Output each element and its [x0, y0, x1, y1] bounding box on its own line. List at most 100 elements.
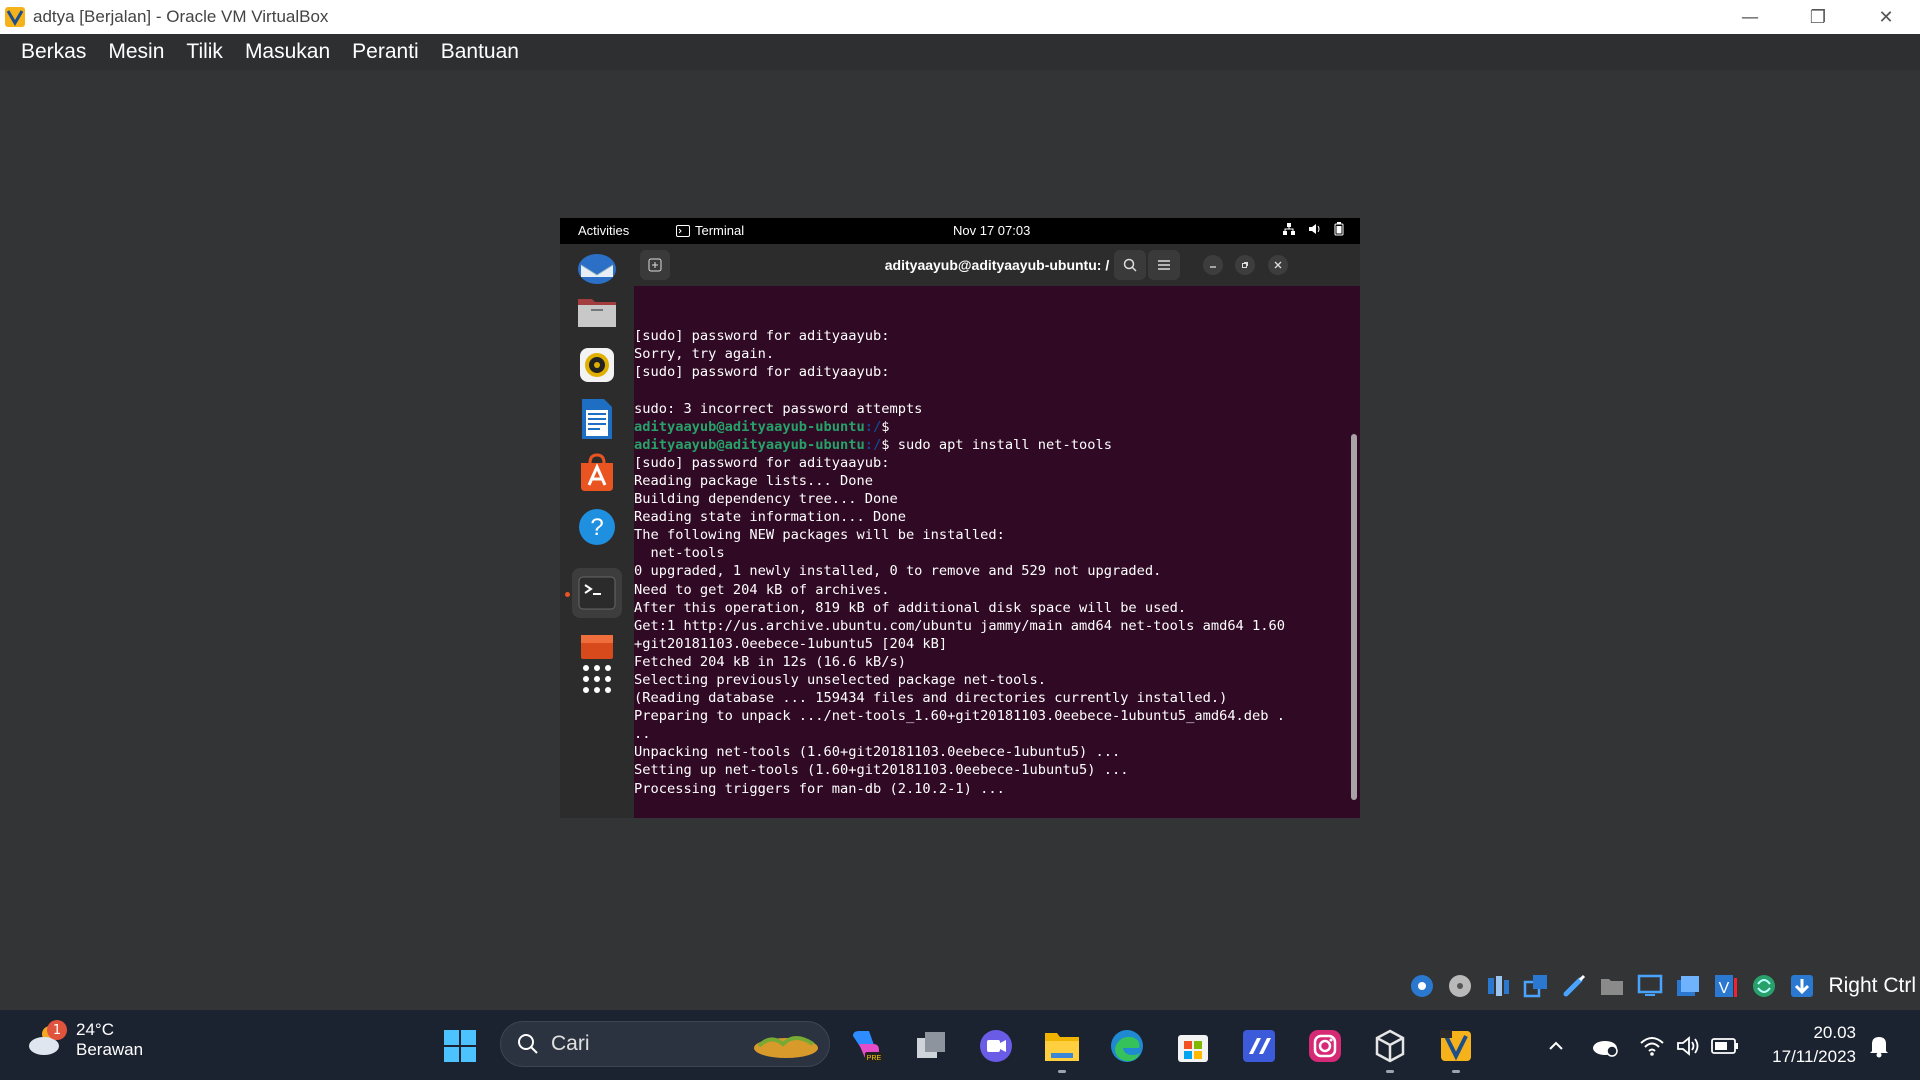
chevron-up-icon: [1549, 1041, 1563, 1050]
clock-time: 20.03: [1813, 1023, 1856, 1042]
dock-terminal[interactable]: [572, 568, 622, 618]
terminal-line: Fetched 204 kB in 12s (16.6 kB/s): [634, 653, 906, 670]
host-key-label[interactable]: Right Ctrl: [1828, 974, 1916, 998]
prompt-path: :/: [864, 436, 882, 453]
terminal-line: [sudo] password for adityaayub:: [634, 364, 890, 381]
terminal-menu-button[interactable]: [1148, 250, 1180, 280]
terminal-scrollbar[interactable]: [1351, 434, 1357, 800]
taskbar-virtualbox-manager[interactable]: [1371, 1027, 1409, 1065]
show-apps-grid-icon: [583, 665, 611, 693]
window-title: adtya [Berjalan] - Oracle VM VirtualBox: [33, 7, 329, 26]
task-view-icon: [917, 1032, 945, 1058]
mouse-integration-icon[interactable]: [1748, 970, 1780, 1002]
terminal-output[interactable]: [sudo] password for adityaayub: Sorry, tr…: [634, 286, 1360, 818]
edge-browser-icon: [1111, 1030, 1143, 1062]
menu-berkas[interactable]: Berkas: [10, 40, 97, 64]
terminal-line: Get:1 http://us.archive.ubuntu.com/ubunt…: [634, 617, 1286, 634]
notifications-button[interactable]: [1860, 1027, 1898, 1065]
restore-button[interactable]: ❐: [1784, 0, 1852, 34]
menu-peranti[interactable]: Peranti: [341, 40, 430, 64]
terminal-search-button[interactable]: [1114, 250, 1146, 280]
dock-rhythmbox[interactable]: [572, 340, 622, 390]
close-button[interactable]: ✕: [1852, 0, 1920, 34]
display-icon[interactable]: [1634, 970, 1666, 1002]
svg-text:PRE: PRE: [867, 1055, 882, 1062]
taskbar-task-view[interactable]: [912, 1027, 950, 1065]
terminal-line: [sudo] password for adityaayub:: [634, 454, 890, 471]
taskbar-search-box[interactable]: Cari: [500, 1021, 830, 1067]
terminal-icon: [578, 576, 616, 610]
terminal-line: adityaayub@adityaayub-ubuntu:/$ sudo apt…: [634, 436, 1360, 454]
taskbar-virtualbox-vm[interactable]: [1437, 1027, 1475, 1065]
terminal-line: The following NEW packages will be insta…: [634, 527, 1005, 544]
app-menu[interactable]: Terminal: [676, 223, 744, 238]
wifi-tray[interactable]: [1633, 1027, 1671, 1065]
app-menu-label: Terminal: [695, 223, 745, 238]
gnome-top-bar: Activities Terminal Nov 17 07:03: [560, 218, 1360, 244]
taskbar-file-explorer[interactable]: [1043, 1027, 1081, 1065]
hard-disk-icon[interactable]: [1406, 970, 1438, 1002]
cpu-activity-icon[interactable]: V: [1710, 970, 1742, 1002]
search-icon: [518, 1034, 538, 1054]
recording-icon[interactable]: [1672, 970, 1704, 1002]
taskbar-instagram[interactable]: [1306, 1027, 1344, 1065]
menu-masukan[interactable]: Masukan: [234, 40, 341, 64]
writer-document-icon: [582, 399, 612, 439]
dock-help[interactable]: ?: [572, 502, 622, 552]
taskbar-clock[interactable]: 20.03 17/11/2023: [1762, 1021, 1856, 1069]
terminal-line: Preparing to unpack .../net-tools_1.60+g…: [634, 708, 1286, 725]
start-button[interactable]: [441, 1027, 479, 1065]
onedrive-tray[interactable]: [1586, 1027, 1624, 1065]
terminal-line: Reading package lists... Done: [634, 472, 873, 489]
network-icon[interactable]: [1282, 222, 1296, 236]
guest-screen[interactable]: Activities Terminal Nov 17 07:03 ? adity…: [560, 218, 1360, 818]
volume-icon[interactable]: [1308, 222, 1322, 236]
search-placeholder: Cari: [551, 1032, 590, 1055]
terminal-maximize-button[interactable]: [1235, 255, 1255, 275]
weather-condition: Berawan: [76, 1040, 144, 1059]
terminal-line: Processing triggers for man-db (2.10.2-1…: [634, 780, 1005, 797]
menu-bantuan[interactable]: Bantuan: [430, 40, 530, 64]
keyboard-capture-icon[interactable]: [1786, 970, 1818, 1002]
minimize-button[interactable]: —: [1716, 0, 1784, 34]
dock-show-apps[interactable]: [572, 654, 622, 704]
shared-folder-icon[interactable]: [1596, 970, 1628, 1002]
taskbar-meet[interactable]: [977, 1027, 1015, 1065]
menu-mesin[interactable]: Mesin: [97, 40, 175, 64]
optical-drive-icon[interactable]: [1444, 970, 1476, 1002]
dock-libreoffice-writer[interactable]: [572, 394, 622, 444]
battery-icon[interactable]: [1334, 222, 1344, 236]
wifi-icon: [1640, 1037, 1664, 1056]
terminal-close-button[interactable]: [1268, 255, 1288, 275]
gnome-clock[interactable]: Nov 17 07:03: [953, 223, 1030, 238]
menu-bar: Berkas Mesin Tilik Masukan Peranti Bantu…: [0, 34, 1920, 70]
dock-app-center[interactable]: [572, 448, 622, 498]
clock-date: 17/11/2023: [1772, 1047, 1856, 1066]
terminal-line: Need to get 204 kB of archives.: [634, 581, 890, 598]
terminal-line: Building dependency tree... Done: [634, 491, 898, 508]
windows-taskbar: 1 24°C Berawan Cari PRE 20.03 17/11/2023: [0, 1010, 1920, 1080]
terminal-minimize-button[interactable]: [1203, 255, 1223, 275]
thunderbird-icon: [578, 254, 616, 284]
dock-files[interactable]: [572, 286, 622, 336]
battery-icon: [1711, 1038, 1738, 1054]
weather-widget[interactable]: 1 24°C Berawan: [26, 1020, 143, 1060]
window-title-bar: adtya [Berjalan] - Oracle VM VirtualBox …: [0, 0, 1920, 34]
usb-icon[interactable]: [1558, 970, 1590, 1002]
activities-button[interactable]: Activities: [578, 223, 629, 238]
taskbar-store[interactable]: [1174, 1027, 1212, 1065]
network-adapter-icon[interactable]: [1520, 970, 1552, 1002]
close-icon: [1274, 261, 1282, 269]
battery-tray[interactable]: [1706, 1027, 1744, 1065]
terminal-window[interactable]: adityaayub@adityaayub-ubuntu: / [sudo] p…: [634, 244, 1360, 818]
taskbar-copilot[interactable]: PRE: [848, 1027, 886, 1065]
taskbar-edge[interactable]: [1108, 1027, 1146, 1065]
meet-video-icon: [980, 1030, 1012, 1062]
volume-tray[interactable]: [1670, 1027, 1708, 1065]
taskbar-visual-studio-code-insiders[interactable]: [1240, 1027, 1278, 1065]
menu-tilik[interactable]: Tilik: [175, 40, 234, 64]
terminal-line: sudo: 3 incorrect password attempts: [634, 400, 923, 417]
show-hidden-icons-button[interactable]: [1537, 1027, 1575, 1065]
audio-icon[interactable]: [1482, 970, 1514, 1002]
